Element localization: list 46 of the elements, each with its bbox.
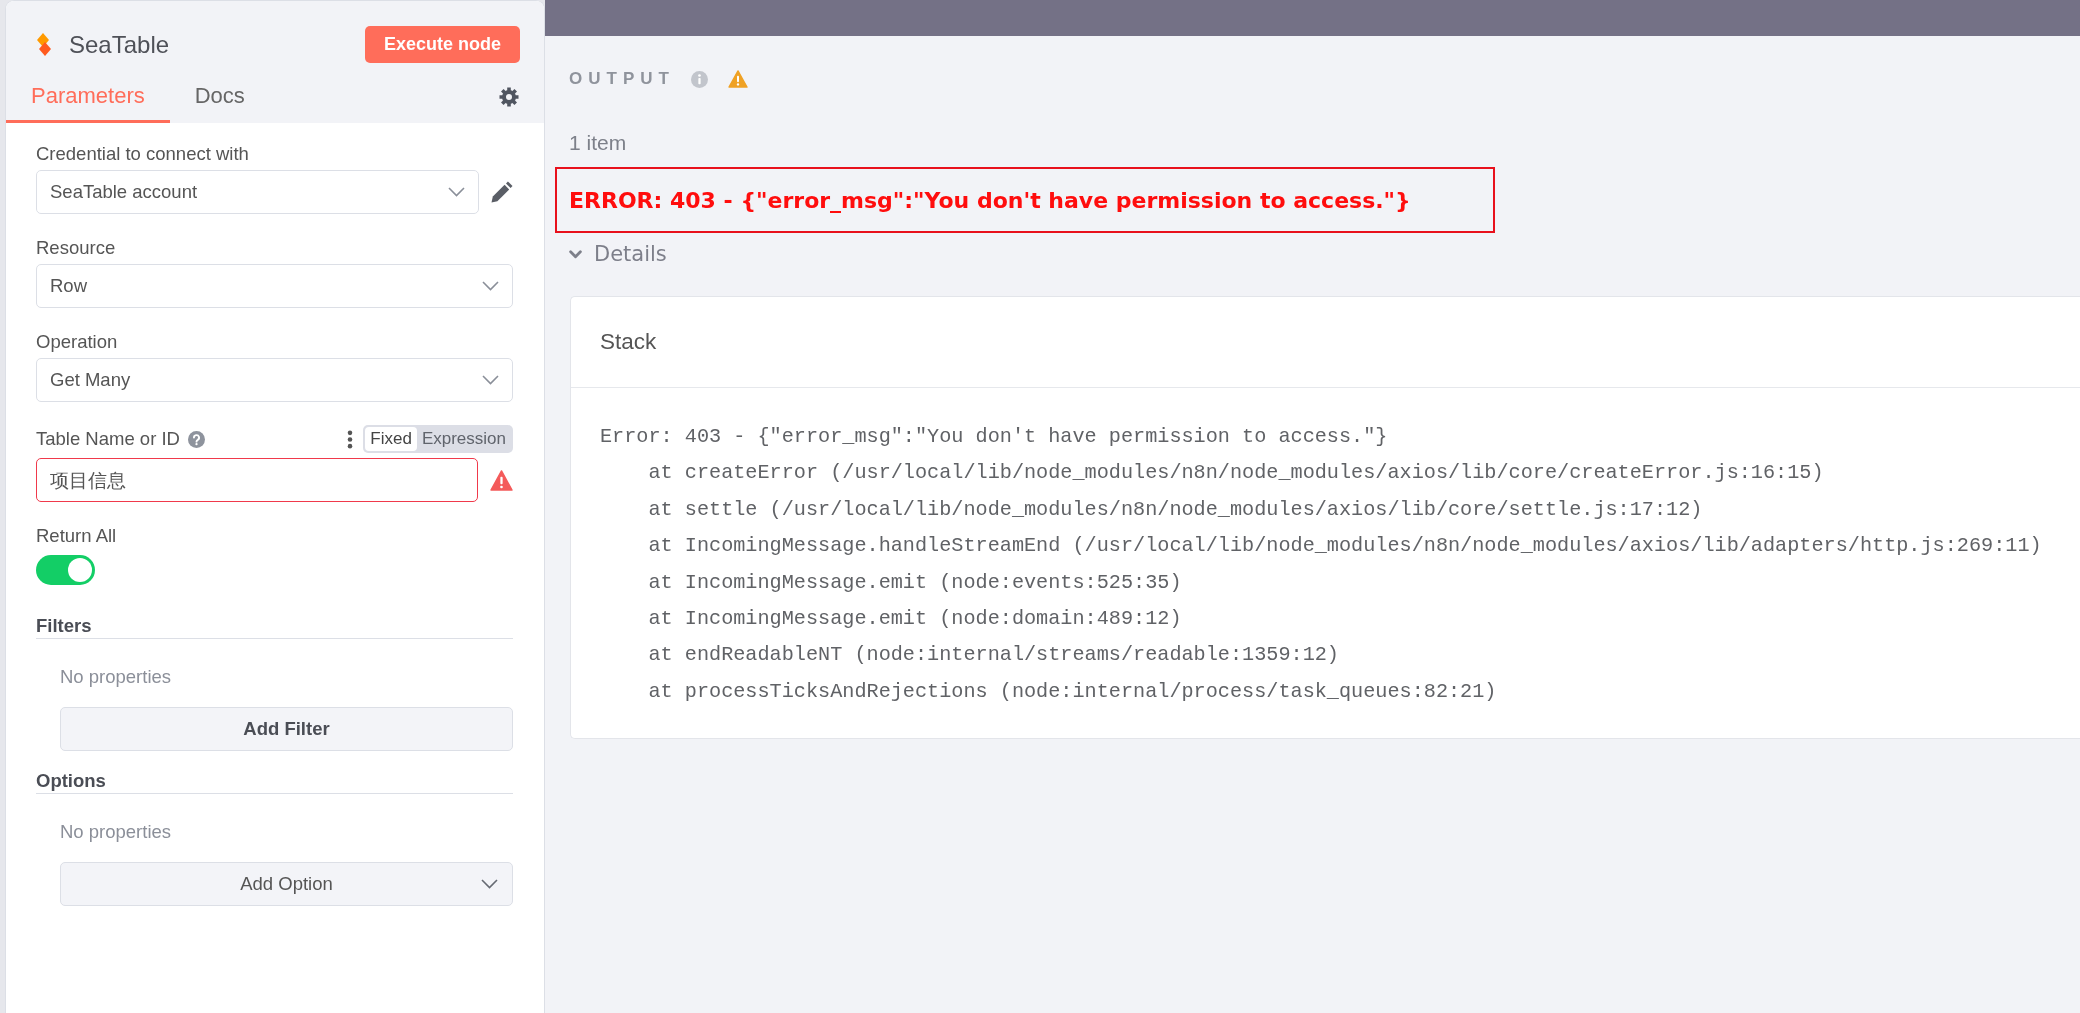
mode-option[interactable]: Fixed xyxy=(365,427,417,451)
add-button[interactable]: Add Filter xyxy=(60,707,513,751)
stack-frame: at IncomingMessage.emit (node:events:525:35) xyxy=(600,564,2080,602)
empty-text: No properties xyxy=(60,821,173,843)
more-options-icon[interactable] xyxy=(347,429,354,449)
chevron-down-icon xyxy=(569,249,582,259)
chevron-down-icon xyxy=(482,281,499,291)
help-icon[interactable] xyxy=(187,430,205,448)
chevron-down-icon xyxy=(481,879,498,889)
node-title: SeaTable xyxy=(69,30,171,59)
toggle-switch[interactable] xyxy=(36,555,95,585)
card-title: Stack xyxy=(600,329,657,355)
chevron-down-icon xyxy=(482,375,499,385)
field-label: Return All xyxy=(36,525,118,547)
stack-frame: at createError (/usr/local/lib/node_modules/n8n/node_modules/axios/lib/core/createError.js:16:15) xyxy=(600,455,2080,492)
output-heading: OUTPUT xyxy=(569,69,675,89)
select-field[interactable]: Get Many xyxy=(36,358,513,402)
select-field[interactable]: SeaTable account xyxy=(36,170,479,214)
field-label: Table Name or ID xyxy=(36,428,180,450)
pencil-icon[interactable] xyxy=(491,181,513,203)
field-label: Resource xyxy=(36,237,117,259)
stack-frame: at endReadableNT (node:internal/streams/readable:1359:12) xyxy=(600,637,2080,674)
stack-frame: at IncomingMessage.emit (node:domain:489:12) xyxy=(600,601,2080,638)
tab[interactable]: Docs xyxy=(169,79,270,123)
chevron-down-icon xyxy=(448,187,465,197)
warning-icon xyxy=(490,469,513,491)
error-message: ERROR: 403 - {"error_msg":"You don't have permission to access."} xyxy=(555,167,1495,233)
stack-frame: at IncomingMessage.handleStreamEnd (/usr/local/lib/node_modules/n8n/node_modules/axios/lib/adapters/http.js:269:11) xyxy=(600,528,2080,565)
field-label: Credential to connect with xyxy=(36,143,250,165)
item-count: 1 item xyxy=(569,132,627,154)
warning-icon[interactable] xyxy=(727,70,748,88)
details-toggle[interactable]: Details xyxy=(569,239,667,269)
section-heading: Options xyxy=(36,770,513,794)
error-line: Error: 403 - {"error_msg":"You don't have permission to access."} xyxy=(600,424,1389,450)
stack-frame: at settle (/usr/local/lib/node_modules/n8n/node_modules/axios/lib/core/settle.js:17:12) xyxy=(600,491,2080,529)
section-heading: Filters xyxy=(36,615,513,639)
mode-option[interactable]: Expression xyxy=(416,427,511,451)
empty-text: No properties xyxy=(60,666,173,688)
diamond-logo-icon xyxy=(35,33,52,56)
stack-frame: at processTicksAndRejections (node:internal/process/task_queues:82:21) xyxy=(600,673,2080,711)
settings-icon[interactable] xyxy=(499,87,519,107)
field-label: Operation xyxy=(36,331,119,353)
select-field[interactable]: Row xyxy=(36,264,513,308)
add-dropdown[interactable]: Add Option xyxy=(60,862,513,906)
text-input-field[interactable]: 项目信息 xyxy=(36,458,478,502)
info-icon[interactable] xyxy=(690,70,708,88)
